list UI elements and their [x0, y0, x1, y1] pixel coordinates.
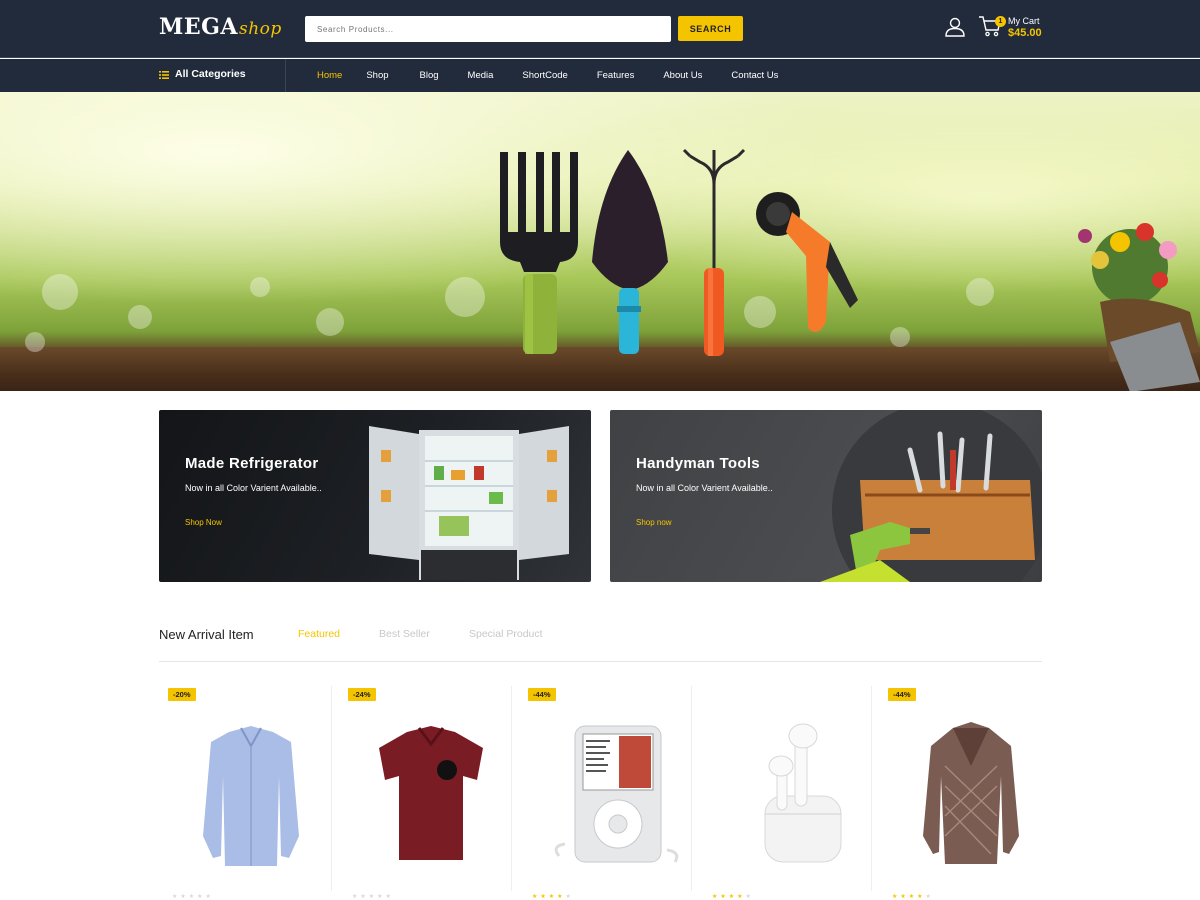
nav-item-media[interactable]: Media [468, 59, 494, 92]
nav-item-contact-us[interactable]: Contact Us [731, 59, 778, 92]
shop-now-link[interactable]: Shop Now [185, 518, 222, 527]
hero-banner[interactable] [0, 92, 1200, 391]
logo-main: MEGA [159, 14, 238, 40]
earbuds-image [764, 723, 842, 863]
garden-tools-illustration [25, 148, 1200, 391]
rating-stars: ★★★★★ [712, 894, 754, 900]
all-categories-label: All Categories [175, 68, 246, 80]
search-input[interactable] [305, 16, 671, 42]
nav-item-about-us[interactable]: About Us [663, 59, 702, 92]
nav-item-blog[interactable]: Blog [420, 59, 439, 92]
list-icon [159, 71, 169, 79]
cart-total: $45.00 [1008, 27, 1042, 39]
rating-stars: ★★★★★ [352, 894, 394, 900]
tab-special-product[interactable]: Special Product [469, 628, 543, 640]
discount-badge: -24% [348, 688, 376, 701]
nav-item-features[interactable]: Features [597, 59, 635, 92]
header-top: MEGAshop SEARCH 1 My Cart $45.00 [0, 0, 1200, 58]
refrigerator-image [369, 426, 569, 580]
nav-item-shortcode[interactable]: ShortCode [522, 59, 567, 92]
all-categories-button[interactable]: All Categories [159, 59, 286, 92]
promo-banner-handyman-tools[interactable]: Handyman Tools Now in all Color Varient … [610, 410, 1042, 582]
discount-badge: -44% [888, 688, 916, 701]
product-card[interactable]: -44% ★★★★★ [879, 686, 1060, 900]
rating-stars: ★★★★★ [892, 894, 934, 900]
logo-sub: shop [238, 19, 282, 39]
promo-banner-refrigerator[interactable]: Made Refrigerator Now in all Color Varie… [159, 410, 591, 582]
dress-shirt-image [203, 726, 299, 866]
product-card[interactable]: -24% ★★★★★ [339, 686, 520, 900]
rating-stars: ★★★★★ [172, 894, 214, 900]
tab-best-seller[interactable]: Best Seller [379, 628, 430, 640]
user-account-icon[interactable] [944, 16, 966, 38]
main-nav: All Categories Home Shop Blog Media Shor… [0, 59, 1200, 92]
ipod-image [554, 725, 679, 863]
banner-title: Made Refrigerator [185, 455, 319, 472]
product-card[interactable]: -44% ★★★★★ [519, 686, 700, 900]
tool-belt-image [820, 410, 1042, 582]
discount-badge: -20% [168, 688, 196, 701]
product-tabs: New Arrival Item Featured Best Seller Sp… [159, 622, 1042, 662]
nav-item-home[interactable]: Home [317, 59, 342, 92]
shop-now-link[interactable]: Shop now [636, 518, 672, 527]
cart-label[interactable]: My Cart [1008, 16, 1040, 26]
banner-subtitle: Now in all Color Varient Available.. [636, 483, 773, 493]
cart-count-badge: 1 [995, 16, 1006, 27]
product-card[interactable]: ★★★★★ [699, 686, 880, 900]
rating-stars: ★★★★★ [532, 894, 574, 900]
product-card[interactable]: -20% ★★★★★ [159, 686, 340, 900]
banner-subtitle: Now in all Color Varient Available.. [185, 483, 322, 493]
banner-title: Handyman Tools [636, 455, 760, 472]
cardigan-image [923, 722, 1019, 864]
discount-badge: -44% [528, 688, 556, 701]
product-grid: -20% ★★★★★ -24% ★★★★★ -44% ★★★★★ ★★★★★ -… [159, 686, 1042, 900]
search-button[interactable]: SEARCH [678, 16, 743, 41]
promo-banners: Made Refrigerator Now in all Color Varie… [159, 410, 1042, 582]
site-logo[interactable]: MEGAshop [159, 14, 282, 40]
nav-item-shop[interactable]: Shop [366, 59, 388, 92]
nav-menu: Home Shop Blog Media ShortCode Features … [305, 59, 790, 92]
section-title: New Arrival Item [159, 627, 254, 642]
polo-shirt-image [379, 726, 483, 860]
tab-featured[interactable]: Featured [298, 628, 340, 640]
